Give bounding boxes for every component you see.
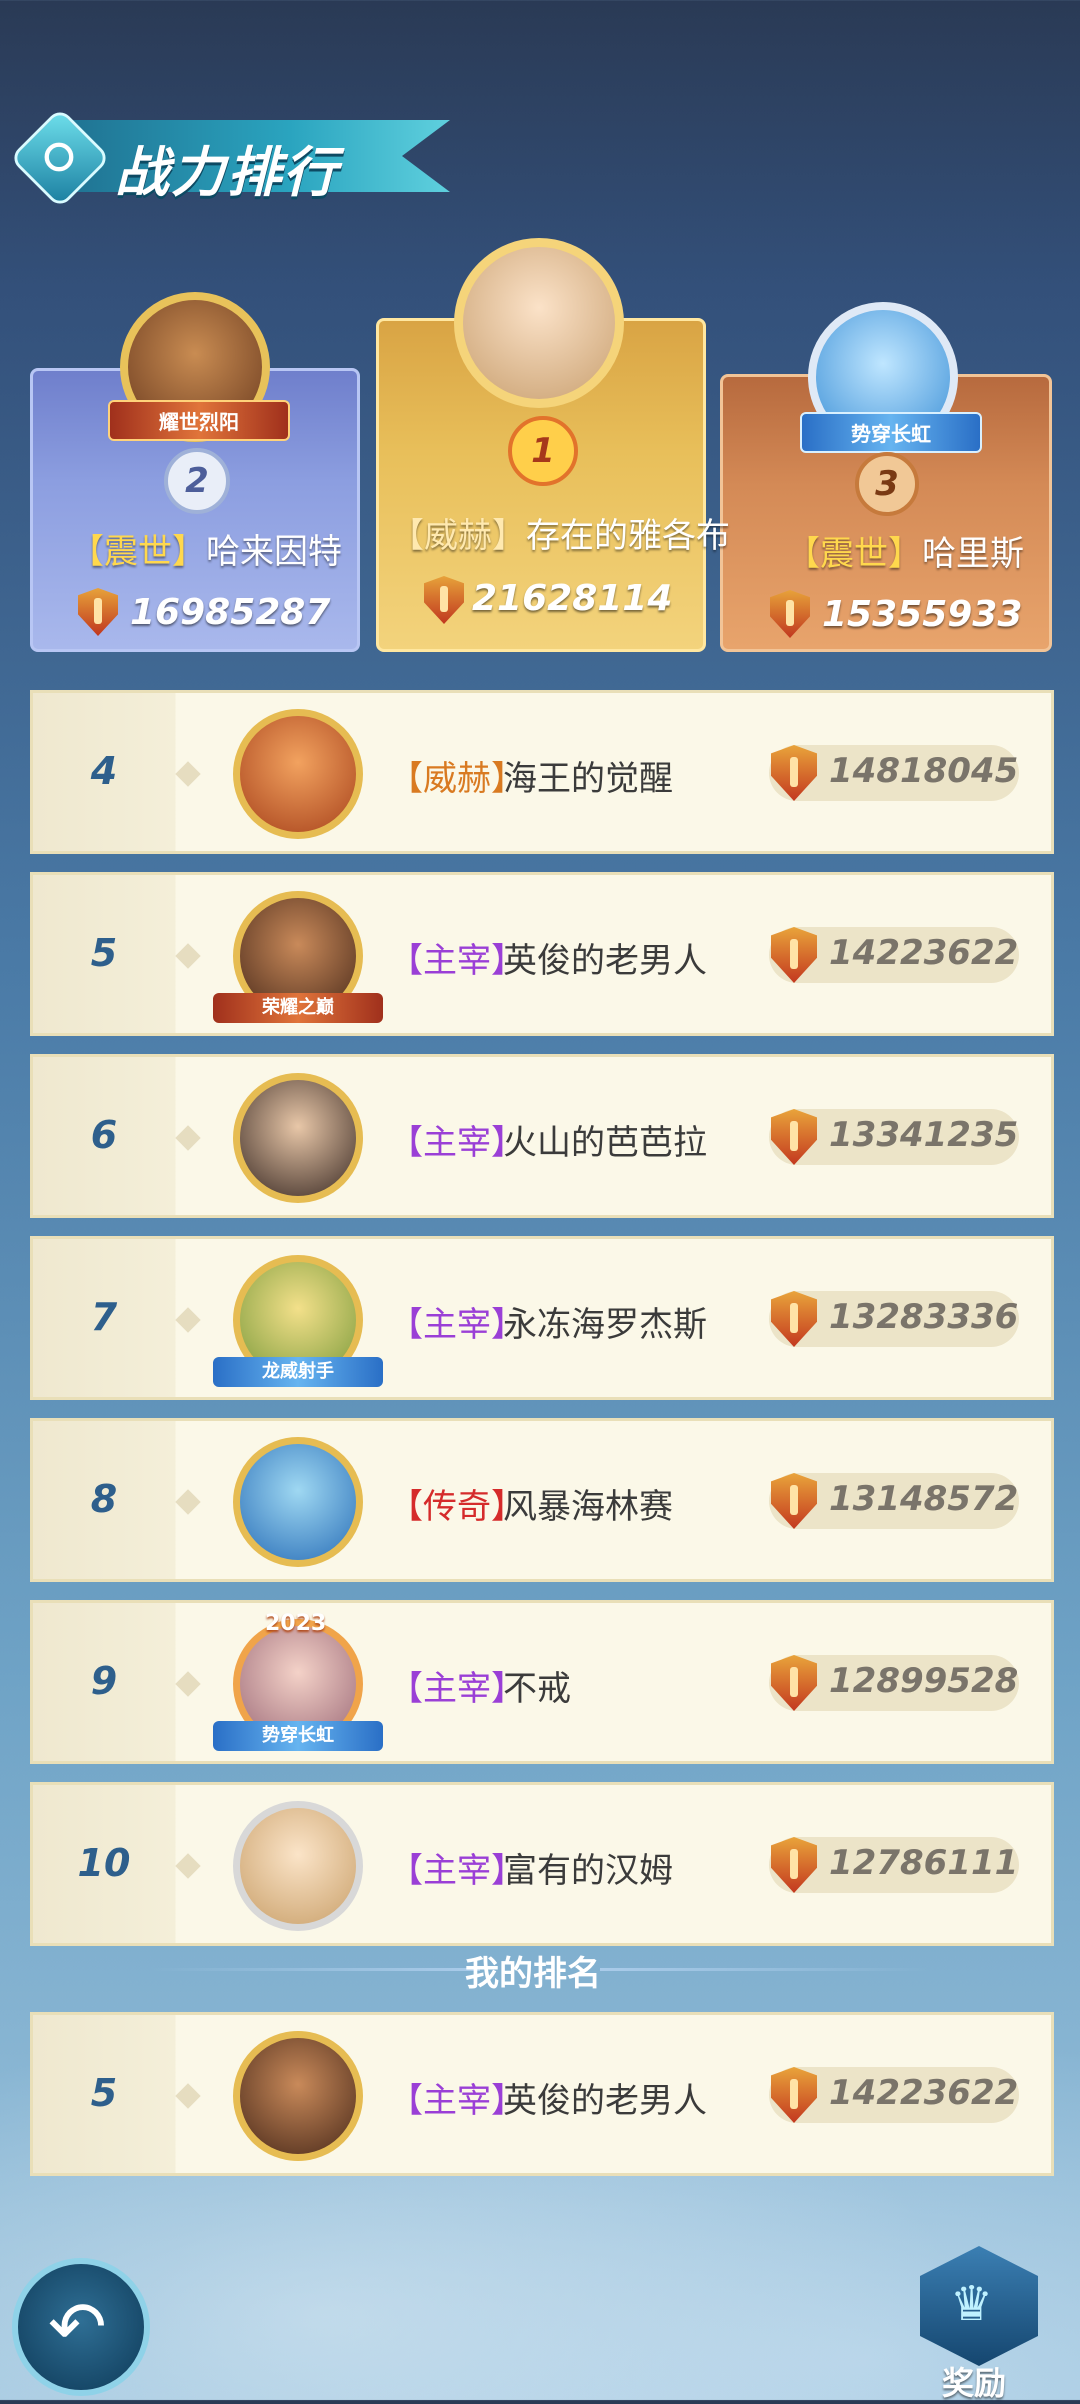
ranking-row[interactable]: 9 2023 势穿长虹 【主宰】 不戒 12899528 [30, 1600, 1054, 1764]
player-name: 风暴海林赛 [503, 1487, 673, 1527]
ranking-row[interactable]: 8 【传奇】 风暴海林赛 13148572 [30, 1418, 1054, 1582]
power-value-third: 15355933 [822, 594, 1023, 635]
power-value: 14223622 [829, 933, 1019, 973]
power-value-second: 16985287 [130, 592, 331, 633]
ranking-row[interactable]: 10 【主宰】 富有的汉姆 12786111 [30, 1782, 1054, 1946]
avatar-title-tag: 荣耀之巅 [213, 993, 383, 1023]
rank-number: 5 [90, 2071, 118, 2115]
back-arrow-icon: ↶ [48, 2286, 107, 2368]
power-value: 14818045 [829, 751, 1019, 791]
diamond-ornament [175, 943, 201, 969]
divider-line-right [600, 1968, 930, 1971]
page-title: 战力排行 [115, 141, 339, 204]
power-value-first: 21628114 [472, 578, 673, 619]
player-name-second: 【震世】哈来因特 [70, 524, 342, 573]
crown-icon: ♛ [950, 2276, 994, 2332]
ranking-row[interactable]: 5 荣耀之巅 【主宰】 英俊的老男人 14223622 [30, 872, 1054, 1036]
power-value: 13341235 [829, 1115, 1019, 1155]
player-avatar[interactable] [233, 2031, 363, 2161]
guild-tag: 【威赫】 [390, 516, 526, 556]
player-name: 海王的觉醒 [503, 759, 673, 799]
reward-button[interactable]: ♛ 奖励 [916, 2246, 1042, 2402]
avatar-title-tag: 龙威射手 [213, 1357, 383, 1387]
avatar-first[interactable] [454, 238, 624, 408]
player-avatar[interactable] [233, 1437, 363, 1567]
power-value: 12786111 [829, 1843, 1019, 1883]
title-tag-second: 耀世烈阳 [108, 400, 290, 441]
player-avatar[interactable] [233, 1073, 363, 1203]
my-rank-label: 我的排名 [465, 1954, 601, 1994]
player-name: 英俊的老男人 [503, 2081, 707, 2121]
player-name: 英俊的老男人 [503, 941, 707, 981]
power-value: 12899528 [829, 1661, 1019, 1701]
player-name-third: 【震世】哈里斯 [786, 526, 1024, 575]
player-name: 永冻海罗杰斯 [503, 1305, 707, 1345]
guild-tag: 【震世】 [70, 532, 206, 572]
rank-medal-third: 3 [855, 452, 919, 516]
rank-number: 6 [90, 1113, 118, 1157]
title-banner: 战力排行 [9, 107, 450, 209]
player-name: 哈来因特 [206, 532, 342, 572]
rank-number: 4 [90, 749, 118, 793]
player-avatar[interactable] [233, 709, 363, 839]
diamond-ornament [175, 1671, 201, 1697]
rank-number: 8 [90, 1477, 118, 1521]
rank-number: 9 [90, 1659, 118, 1703]
ranking-row[interactable]: 4 【威赫】 海王的觉醒 14818045 [30, 690, 1054, 854]
rank-medal-second: 2 [164, 448, 230, 514]
ranking-row[interactable]: 7 龙威射手 【主宰】 永冻海罗杰斯 13283336 [30, 1236, 1054, 1400]
power-value: 14223622 [829, 2073, 1019, 2113]
my-rank-divider: 我的排名 [150, 1938, 930, 1998]
rank-number: 5 [90, 931, 118, 975]
divider-line-left [150, 1968, 480, 1971]
avatar-title-tag: 势穿长虹 [213, 1721, 383, 1751]
player-name: 富有的汉姆 [503, 1851, 673, 1891]
player-name: 火山的芭芭拉 [503, 1123, 707, 1163]
diamond-ornament [175, 1307, 201, 1333]
player-name: 存在的雅各布 [526, 516, 730, 556]
player-name: 不戒 [503, 1669, 571, 1709]
power-value: 13148572 [829, 1479, 1019, 1519]
power-value: 13283336 [829, 1297, 1019, 1337]
my-ranking-row[interactable]: 5 【主宰】 英俊的老男人 14223622 [30, 2012, 1054, 2176]
avatar-year-label: 2023 [265, 1611, 327, 1636]
player-avatar[interactable] [233, 1801, 363, 1931]
title-tag-third: 势穿长虹 [800, 412, 982, 453]
diamond-ornament [175, 1125, 201, 1151]
rank-number: 10 [77, 1841, 131, 1885]
player-name: 哈里斯 [922, 534, 1024, 574]
diamond-ornament [175, 1853, 201, 1879]
guild-tag: 【震世】 [786, 534, 922, 574]
ranking-row[interactable]: 6 【主宰】 火山的芭芭拉 13341235 [30, 1054, 1054, 1218]
rank-number: 7 [90, 1295, 118, 1339]
diamond-ornament [175, 1489, 201, 1515]
diamond-ornament [175, 761, 201, 787]
player-name-first: 【威赫】存在的雅各布 [390, 508, 730, 557]
rank-medal-first: 1 [508, 416, 578, 486]
diamond-ornament [175, 2083, 201, 2109]
reward-label: 奖励 [942, 2364, 1007, 2402]
back-button[interactable]: ↶ [12, 2258, 150, 2396]
